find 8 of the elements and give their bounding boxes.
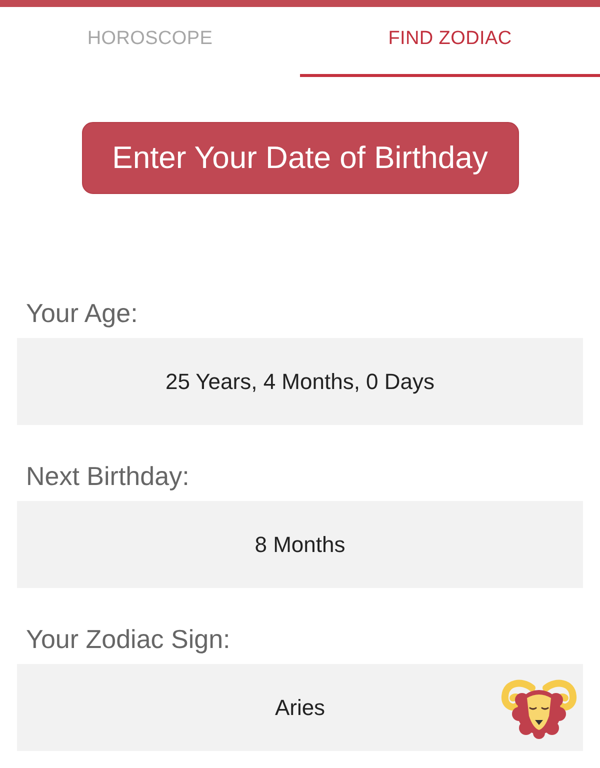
result-value: 8 Months — [254, 532, 346, 558]
result-label: Next Birthday: — [25, 460, 190, 493]
result-label: Your Age: — [25, 297, 139, 330]
result-value: Aries — [274, 694, 326, 720]
result-value: 25 Years, 4 Months, 0 Days — [165, 368, 435, 394]
result-label: Your Zodiac Sign: — [25, 623, 232, 656]
tab[interactable]: FIND ZODIAC — [300, 7, 600, 77]
enter-birthday-button[interactable]: Enter Your Date of Birthday — [82, 122, 518, 194]
